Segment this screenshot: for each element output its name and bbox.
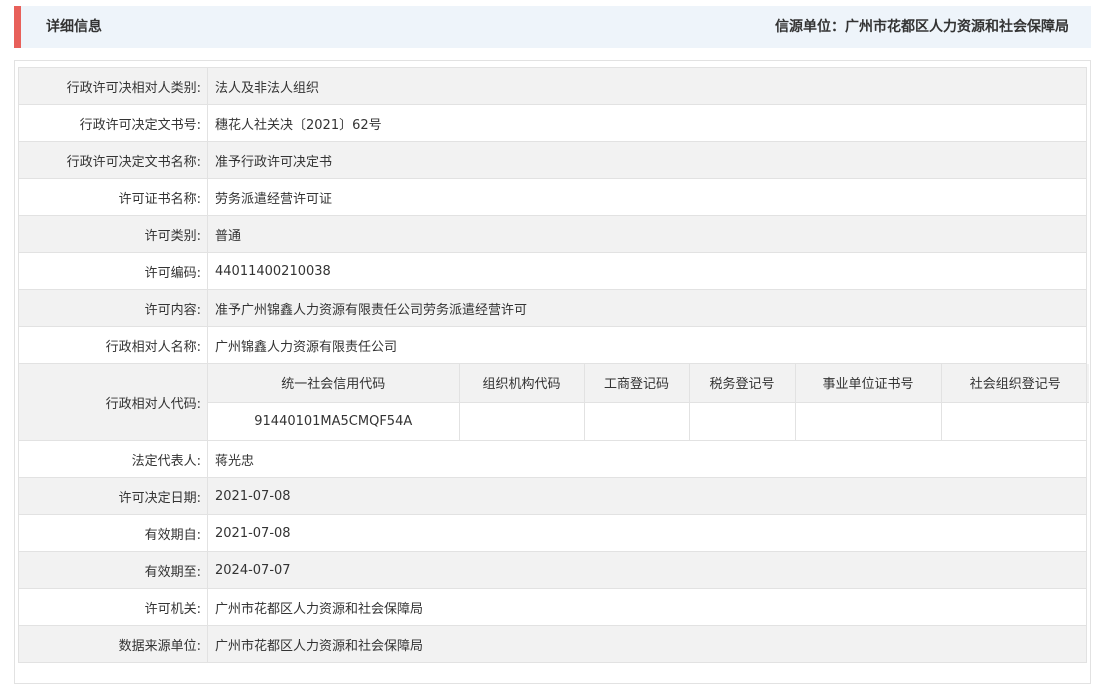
table-row: 许可证书名称: 劳务派遣经营许可证 (18, 178, 1087, 216)
codes-header: 税务登记号 (688, 364, 796, 403)
codes-header: 统一社会信用代码 (208, 364, 460, 403)
table-row: 许可编码: 44011400210038 (18, 252, 1087, 290)
field-label: 许可机关: (18, 588, 208, 626)
codes-header: 工商登记码 (583, 364, 690, 403)
table-row: 许可内容: 准予广州锦鑫人力资源有限责任公司劳务派遣经营许可 (18, 289, 1087, 327)
field-label: 行政许可决定文书号: (18, 104, 208, 142)
field-label: 法定代表人: (18, 440, 208, 478)
field-label: 行政相对人名称: (18, 326, 208, 364)
field-value: 44011400210038 (207, 252, 1087, 290)
table-row: 有效期至: 2024-07-07 (18, 551, 1087, 589)
codes-cell: 统一社会信用代码 组织机构代码 工商登记码 税务登记号 事业单位证书号 社会组织… (207, 363, 1089, 441)
table-row: 数据来源单位: 广州市花都区人力资源和社会保障局 (18, 625, 1087, 663)
table-row: 许可机关: 广州市花都区人力资源和社会保障局 (18, 588, 1087, 626)
section-title: 详细信息 (46, 19, 102, 35)
table-row: 有效期自: 2021-07-08 (18, 514, 1087, 552)
codes-value (794, 401, 942, 440)
source-unit: 信源单位：广州市花都区人力资源和社会保障局 (775, 6, 1069, 48)
codes-header: 社会组织登记号 (940, 364, 1089, 403)
detail-page: 详细信息 信源单位：广州市花都区人力资源和社会保障局 行政许可决相对人类别: 法… (0, 0, 1106, 690)
detail-panel: 行政许可决相对人类别: 法人及非法人组织 行政许可决定文书号: 穗花人社关决〔2… (14, 60, 1091, 684)
field-value: 2024-07-07 (207, 551, 1087, 589)
table-row: 行政相对人名称: 广州锦鑫人力资源有限责任公司 (18, 326, 1087, 364)
field-value: 准予行政许可决定书 (207, 141, 1087, 179)
field-label: 许可证书名称: (18, 178, 208, 216)
codes-value: 91440101MA5CMQF54A (208, 401, 460, 440)
field-value: 广州市花都区人力资源和社会保障局 (207, 625, 1087, 663)
codes-table: 统一社会信用代码 组织机构代码 工商登记码 税务登记号 事业单位证书号 社会组织… (208, 364, 1089, 440)
field-value: 劳务派遣经营许可证 (207, 178, 1087, 216)
field-value: 普通 (207, 215, 1087, 253)
field-label: 许可内容: (18, 289, 208, 327)
codes-value (458, 401, 585, 440)
table-row: 许可决定日期: 2021-07-08 (18, 477, 1087, 515)
codes-header: 事业单位证书号 (794, 364, 942, 403)
table-row: 许可类别: 普通 (18, 215, 1087, 253)
field-label: 数据来源单位: (18, 625, 208, 663)
field-value: 广州锦鑫人力资源有限责任公司 (207, 326, 1087, 364)
field-value: 2021-07-08 (207, 514, 1087, 552)
table-row: 行政许可决定文书名称: 准予行政许可决定书 (18, 141, 1087, 179)
table-row: 行政许可决定文书号: 穗花人社关决〔2021〕62号 (18, 104, 1087, 142)
source-unit-value: 广州市花都区人力资源和社会保障局 (845, 19, 1069, 35)
source-unit-label: 信源单位： (775, 19, 845, 35)
codes-value (940, 401, 1089, 440)
field-value: 穗花人社关决〔2021〕62号 (207, 104, 1087, 142)
codes-value-row: 91440101MA5CMQF54A (208, 401, 1089, 440)
field-label: 有效期至: (18, 551, 208, 589)
field-label: 行政许可决相对人类别: (18, 67, 208, 105)
table-row-codes: 行政相对人代码: 统一社会信用代码 组织机构代码 工商登记码 税务登记号 事业单… (18, 363, 1089, 441)
table-row: 法定代表人: 蒋光忠 (18, 440, 1087, 478)
field-label: 许可类别: (18, 215, 208, 253)
field-value: 广州市花都区人力资源和社会保障局 (207, 588, 1087, 626)
codes-value (583, 401, 690, 440)
field-value: 2021-07-08 (207, 477, 1087, 515)
field-value: 法人及非法人组织 (207, 67, 1087, 105)
field-label: 许可编码: (18, 252, 208, 290)
codes-header-row: 统一社会信用代码 组织机构代码 工商登记码 税务登记号 事业单位证书号 社会组织… (208, 364, 1089, 403)
field-label: 行政许可决定文书名称: (18, 141, 208, 179)
field-value: 蒋光忠 (207, 440, 1087, 478)
codes-value (688, 401, 796, 440)
field-label: 行政相对人代码: (18, 363, 208, 441)
field-label: 有效期自: (18, 514, 208, 552)
table-row: 行政许可决相对人类别: 法人及非法人组织 (18, 67, 1087, 105)
field-label: 许可决定日期: (18, 477, 208, 515)
detail-header: 详细信息 信源单位：广州市花都区人力资源和社会保障局 (14, 6, 1091, 48)
field-value: 准予广州锦鑫人力资源有限责任公司劳务派遣经营许可 (207, 289, 1087, 327)
detail-table: 行政许可决相对人类别: 法人及非法人组织 行政许可决定文书号: 穗花人社关决〔2… (18, 67, 1089, 663)
codes-header: 组织机构代码 (458, 364, 585, 403)
